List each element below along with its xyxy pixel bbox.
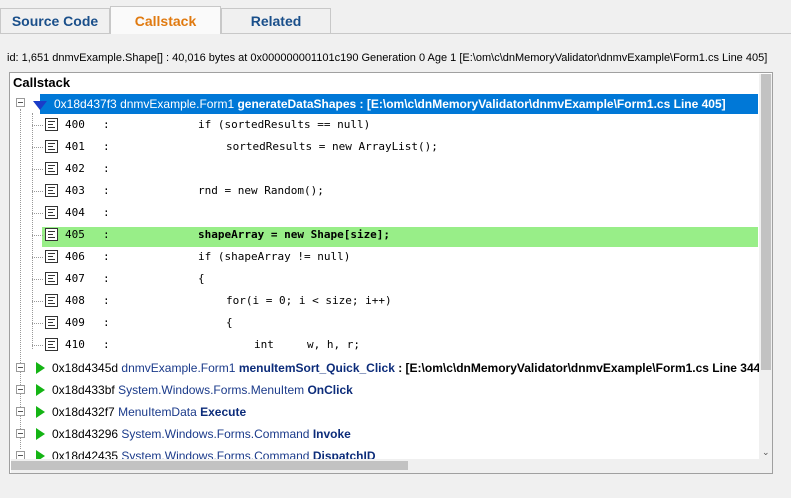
source-line-icon (45, 294, 58, 307)
expand-frame-4-icon[interactable] (16, 429, 25, 438)
source-code-line: int w, h, r; (254, 338, 360, 351)
source-line-icon (45, 140, 58, 153)
source-code-line: if (shapeArray != null) (198, 250, 351, 263)
allocation-info: id: 1,651 dnmvExample.Shape[] : 40,016 b… (7, 52, 768, 64)
source-code-line: sortedResults = new ArrayList(); (226, 140, 438, 153)
tab-source-code[interactable]: Source Code (0, 8, 110, 33)
source-code-line: { (226, 316, 233, 329)
line-number: 400 (65, 118, 85, 131)
line-number: 408 (65, 294, 85, 307)
source-code-line: rnd = new Random(); (198, 184, 324, 197)
frame-collapsed-icon (36, 428, 45, 440)
line-number: 410 (65, 338, 85, 351)
line-number: 401 (65, 140, 85, 153)
scrollbar-corner (759, 459, 772, 473)
frame-4[interactable]: 0x18d43296 System.Windows.Forms.Command … (52, 427, 351, 441)
expand-frame-2-icon[interactable] (16, 385, 25, 394)
collapse-frame-0-icon[interactable] (16, 98, 25, 107)
line-number: 409 (65, 316, 85, 329)
expand-frame-1-icon[interactable] (16, 363, 25, 372)
source-line-icon (45, 272, 58, 285)
vertical-scroll-thumb[interactable] (761, 74, 771, 370)
source-line-icon (45, 184, 58, 197)
current-line-highlight (42, 227, 758, 247)
source-code-line: for(i = 0; i < size; i++) (226, 294, 392, 307)
frame-collapsed-icon (36, 406, 45, 418)
source-line-icon (45, 162, 58, 175)
source-code-line-current: shapeArray = new Shape[size]; (198, 228, 391, 241)
vertical-scrollbar[interactable]: ⌄ (759, 74, 772, 459)
tab-callstack[interactable]: Callstack (110, 6, 221, 34)
source-line-icon (45, 118, 58, 131)
callstack-panel: Callstack 0x18d437f3 dnmvExample.Form1 g… (9, 72, 773, 474)
tree-guide-line (20, 109, 21, 449)
frame-collapsed-icon (36, 362, 45, 374)
frame-1[interactable]: 0x18d4345d dnmvExample.Form1 menuItemSor… (52, 361, 764, 375)
frame-3[interactable]: 0x18d432f7 MenuItemData Execute (52, 405, 246, 419)
source-line-icon (45, 206, 58, 219)
line-number: 405 (65, 228, 85, 241)
line-number: 407 (65, 272, 85, 285)
tree-guide-line (32, 113, 33, 349)
source-code-line: if (sortedResults == null) (198, 118, 371, 131)
frame-0-address: 0x18d437f3 (54, 97, 117, 111)
scroll-down-icon[interactable]: ⌄ (762, 448, 770, 457)
frame-expanded-icon (33, 101, 47, 110)
expand-frame-3-icon[interactable] (16, 407, 25, 416)
frame-0-function: generateDataShapes (237, 97, 357, 111)
line-number: 404 (65, 206, 85, 219)
frame-collapsed-icon (36, 384, 45, 396)
line-number: 403 (65, 184, 85, 197)
frame-2[interactable]: 0x18d433bf System.Windows.Forms.MenuItem… (52, 383, 353, 397)
frame-0-location: : [E:\om\c\dnMemoryValidator\dnmvExample… (359, 97, 726, 111)
line-number: 406 (65, 250, 85, 263)
source-line-icon (45, 228, 58, 241)
horizontal-scroll-thumb[interactable] (11, 461, 408, 470)
frame-0-class: dnmvExample.Form1 (120, 97, 235, 111)
frame-0[interactable]: 0x18d437f3 dnmvExample.Form1 generateDat… (54, 97, 726, 111)
source-line-icon (45, 250, 58, 263)
source-code-line: { (198, 272, 205, 285)
horizontal-scrollbar[interactable] (11, 459, 759, 473)
panel-title: Callstack (13, 75, 71, 90)
tab-bar: Source Code Callstack Related (0, 0, 791, 34)
tab-related[interactable]: Related (221, 8, 331, 33)
source-line-icon (45, 316, 58, 329)
line-number: 402 (65, 162, 85, 175)
source-line-icon (45, 338, 58, 351)
